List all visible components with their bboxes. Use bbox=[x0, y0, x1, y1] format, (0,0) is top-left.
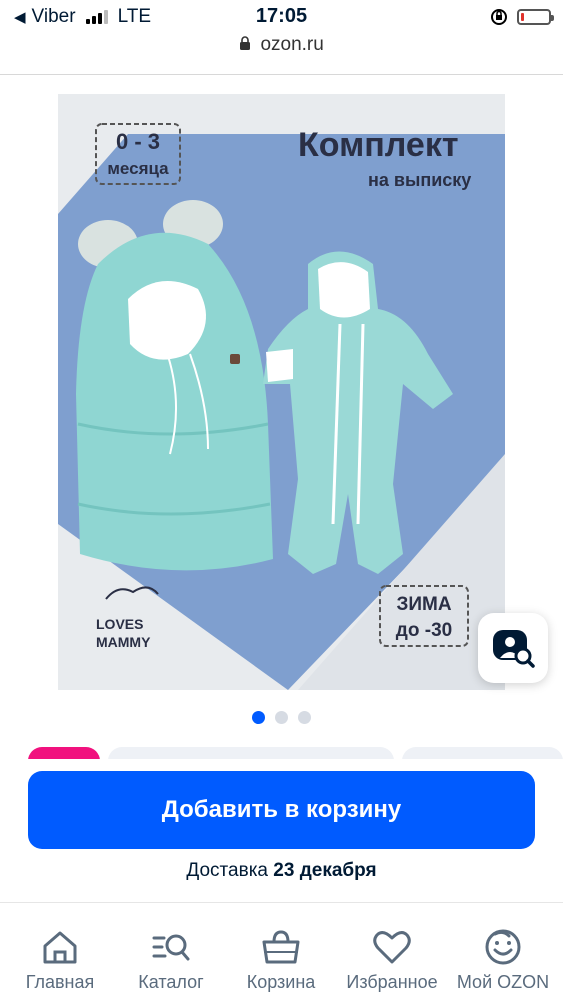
bottom-tabbar: Главная Каталог Корзина Избранное Мой OZ… bbox=[0, 928, 563, 1000]
tab-home-label: Главная bbox=[25, 972, 95, 992]
price-chip[interactable] bbox=[108, 747, 394, 759]
discount-chip[interactable] bbox=[28, 747, 100, 759]
status-bar: ◀ Viber LTE 17:05 bbox=[0, 0, 563, 34]
photo-search-button[interactable] bbox=[478, 613, 548, 683]
delivery-prefix: Доставка bbox=[186, 860, 269, 881]
tab-my-ozon-label: Мой OZON bbox=[456, 972, 550, 992]
image-subtitle: на выписку bbox=[368, 170, 471, 190]
brand-line2: MAMMY bbox=[96, 634, 151, 650]
add-to-cart-button[interactable]: Добавить в корзину bbox=[28, 771, 535, 849]
photo-search-icon bbox=[493, 630, 535, 668]
home-icon bbox=[43, 931, 77, 964]
age-badge-number: 0 - 3 bbox=[116, 129, 160, 154]
tab-cart-label: Корзина bbox=[246, 972, 316, 992]
tab-catalog[interactable]: Каталог bbox=[111, 928, 231, 993]
tab-my-ozon[interactable]: Мой OZON bbox=[443, 928, 563, 993]
smiley-icon bbox=[485, 929, 521, 965]
tab-home[interactable]: Главная bbox=[0, 928, 120, 993]
lock-icon bbox=[239, 34, 251, 56]
tab-favorites[interactable]: Избранное bbox=[332, 928, 452, 993]
product-gallery[interactable]: 0 - 3 месяца Комплект на выписку LOVES M… bbox=[58, 94, 505, 690]
basket-icon bbox=[262, 930, 300, 964]
tabbar-divider bbox=[0, 902, 563, 903]
delivery-info: Доставка 23 декабря bbox=[0, 860, 563, 882]
info-chip[interactable] bbox=[402, 747, 563, 759]
orientation-lock-icon bbox=[491, 9, 507, 25]
brand-line1: LOVES bbox=[96, 616, 143, 632]
heart-icon bbox=[373, 931, 411, 964]
season-line2: до -30 bbox=[396, 620, 452, 641]
clock: 17:05 bbox=[255, 5, 308, 27]
header-divider bbox=[0, 74, 563, 75]
gallery-pagination bbox=[0, 711, 563, 724]
tab-catalog-label: Каталог bbox=[138, 972, 204, 992]
tab-favorites-label: Избранное bbox=[346, 972, 438, 992]
battery-icon bbox=[517, 9, 554, 25]
gallery-dot[interactable] bbox=[252, 711, 265, 724]
gallery-dot[interactable] bbox=[275, 711, 288, 724]
product-photo: 0 - 3 месяца Комплект на выписку LOVES M… bbox=[58, 94, 505, 690]
age-badge-unit: месяца bbox=[107, 159, 169, 178]
season-line1: ЗИМА bbox=[396, 594, 451, 615]
catalog-search-icon bbox=[152, 934, 190, 961]
url-domain: ozon.ru bbox=[260, 34, 324, 55]
tab-cart[interactable]: Корзина bbox=[221, 928, 341, 993]
delivery-date: 23 декабря bbox=[273, 860, 377, 881]
image-title: Комплект bbox=[298, 126, 459, 164]
address-bar[interactable]: ozon.ru bbox=[0, 34, 563, 64]
promo-chips bbox=[0, 745, 563, 759]
gallery-dot[interactable] bbox=[298, 711, 311, 724]
